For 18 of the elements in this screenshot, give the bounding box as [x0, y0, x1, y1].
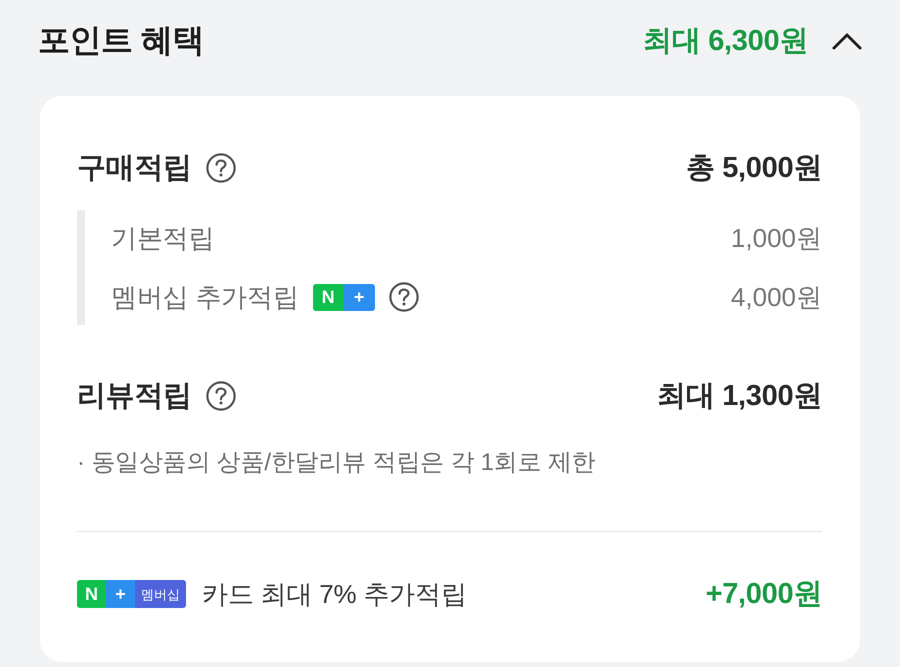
membership-badge: N + 멤버십 [77, 580, 186, 608]
section-title: 포인트 혜택 [38, 21, 204, 60]
max-points-amount: 최대 6,300원 [643, 24, 808, 59]
help-icon[interactable] [388, 282, 419, 312]
points-amount: 최대 1,300원 [657, 379, 822, 414]
points-label: 리뷰적립 [77, 379, 192, 414]
points-label: 멤버십 추가적립 [111, 280, 299, 314]
points-amount: 총 5,000원 [686, 151, 822, 186]
points-amount: 4,000원 [730, 280, 822, 314]
points-label: 구매적립 [77, 151, 192, 186]
help-icon[interactable] [206, 153, 236, 183]
card-offer-amount: +7,000원 [706, 577, 822, 612]
points-amount: 1,000원 [730, 222, 822, 254]
chevron-up-icon[interactable] [832, 31, 862, 51]
help-icon[interactable] [206, 381, 236, 411]
points-label: 기본적립 [111, 222, 214, 254]
card-offer-text: 카드 최대 7% 추가적립 [202, 578, 467, 610]
review-note: · 동일상품의 상품/한달리뷰 적립은 각 1회로 제한 [77, 448, 596, 478]
